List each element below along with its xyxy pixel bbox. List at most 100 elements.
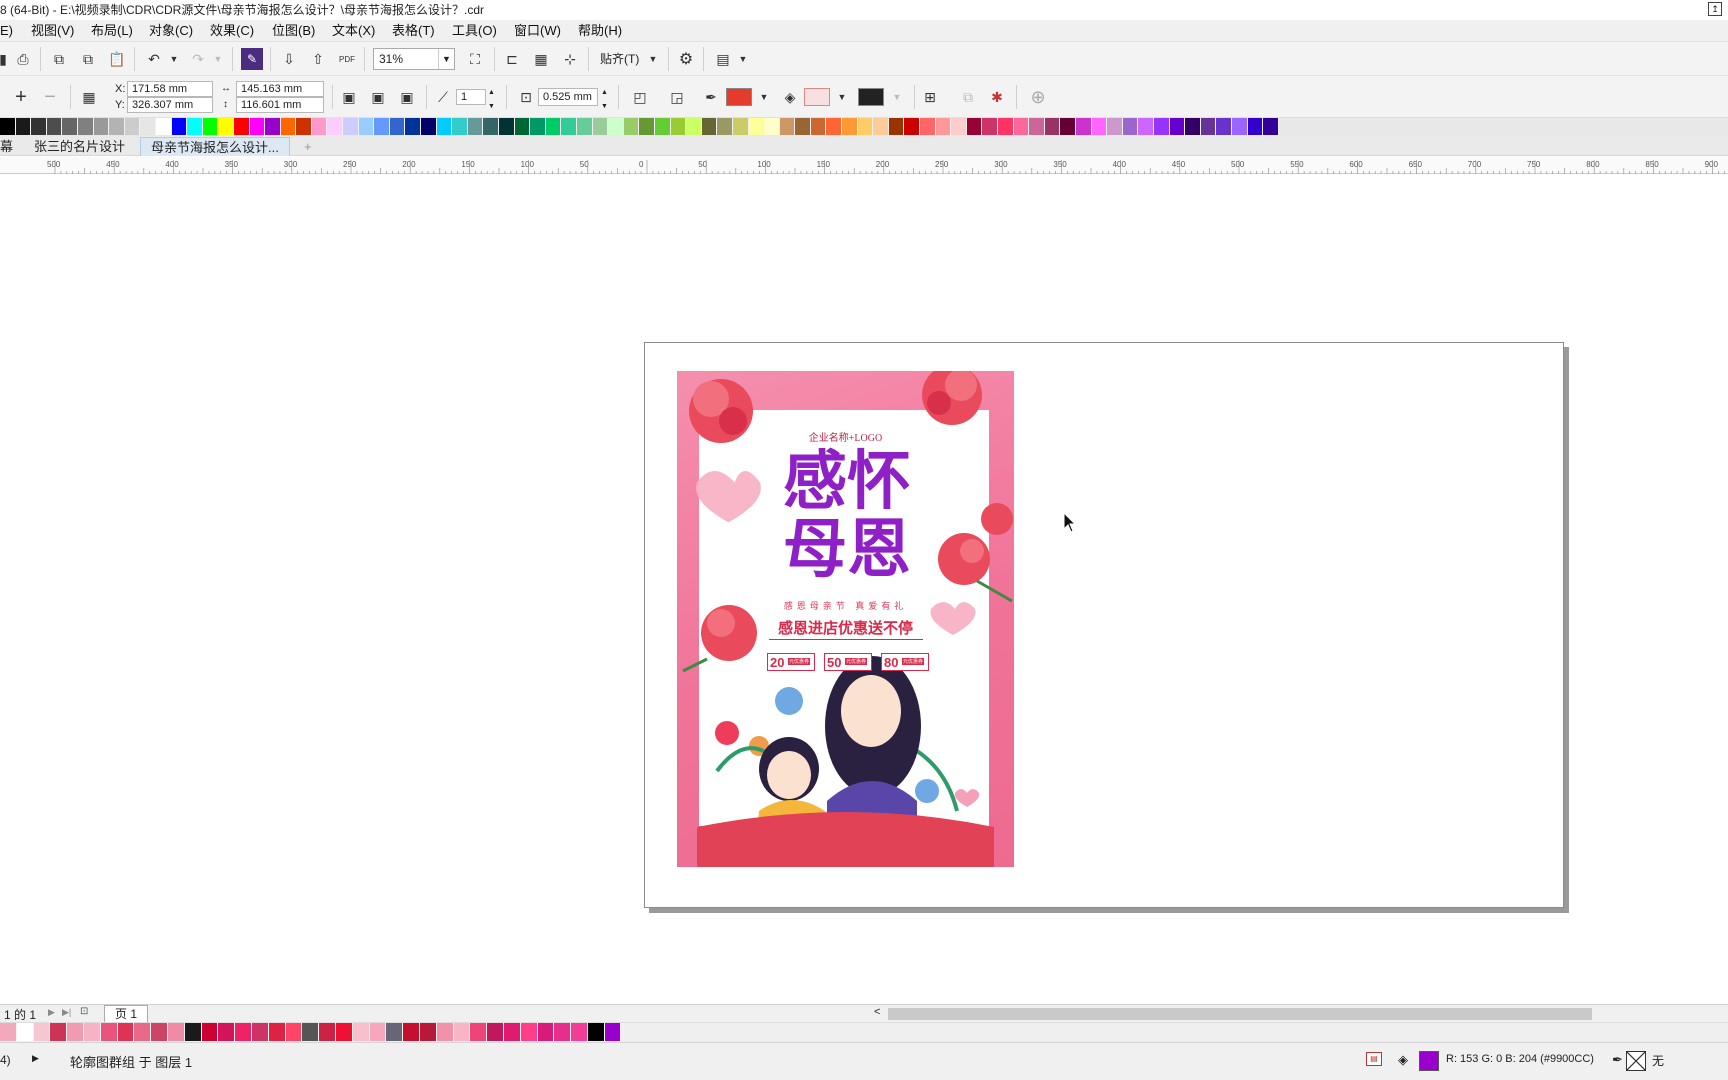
fill-bucket-icon[interactable]: ◈ bbox=[779, 86, 801, 108]
fill-color-swatch[interactable] bbox=[804, 88, 830, 106]
palette-swatch[interactable] bbox=[951, 118, 967, 135]
palette-swatch[interactable] bbox=[701, 118, 718, 135]
palette-swatch[interactable] bbox=[436, 1023, 454, 1041]
show-guidelines-icon[interactable]: ⊹ bbox=[559, 48, 581, 70]
palette-swatch[interactable] bbox=[748, 118, 765, 135]
palette-swatch[interactable] bbox=[83, 1023, 101, 1041]
palette-swatch[interactable] bbox=[218, 1023, 236, 1041]
palette-swatch[interactable] bbox=[421, 118, 437, 135]
full-screen-icon[interactable]: ⛶ bbox=[464, 48, 486, 70]
contour-to-center-icon[interactable]: ▣ bbox=[338, 86, 360, 108]
redo-icon[interactable]: ↷ bbox=[187, 48, 209, 70]
palette-swatch[interactable] bbox=[302, 1023, 320, 1041]
palette-swatch[interactable] bbox=[514, 118, 531, 135]
contour-color-direction-icon[interactable]: ◲ bbox=[666, 86, 688, 108]
horizontal-ruler[interactable]: 500 450 400 350 300 250 200 150 100 50 0 50 100 150 20… bbox=[0, 157, 1728, 174]
palette-swatch[interactable] bbox=[268, 1023, 286, 1041]
scroll-left-icon[interactable]: < bbox=[874, 1006, 880, 1018]
palette-swatch[interactable] bbox=[109, 118, 125, 135]
outline-color-swatch[interactable] bbox=[726, 88, 752, 106]
palette-swatch[interactable] bbox=[1060, 118, 1076, 135]
palette-swatch[interactable] bbox=[1185, 118, 1201, 135]
palette-swatch[interactable] bbox=[249, 118, 266, 135]
scrollbar-thumb[interactable] bbox=[888, 1008, 1592, 1020]
palette-swatch[interactable] bbox=[15, 118, 32, 135]
palette-swatch[interactable] bbox=[503, 1023, 521, 1041]
palette-swatch[interactable] bbox=[842, 118, 858, 135]
add-icon[interactable]: + bbox=[10, 86, 32, 108]
palette-swatch[interactable] bbox=[623, 118, 640, 135]
palette-swatch[interactable] bbox=[374, 118, 390, 135]
object-origin-icon[interactable]: ▦ bbox=[78, 86, 100, 108]
redo-dropdown-icon[interactable]: ▼ bbox=[207, 48, 229, 70]
palette-swatch[interactable] bbox=[1138, 118, 1154, 135]
tab-welcome[interactable]: 幕 bbox=[0, 137, 23, 156]
palette-swatch[interactable] bbox=[201, 1023, 219, 1041]
last-page-icon[interactable]: ▶| bbox=[62, 1007, 71, 1018]
palette-swatch[interactable] bbox=[982, 118, 998, 135]
page-tab-1[interactable]: 页 1 bbox=[104, 1005, 149, 1022]
menu-layout[interactable]: 布局(L) bbox=[91, 23, 133, 39]
palette-swatch[interactable] bbox=[810, 118, 827, 135]
palette-swatch[interactable] bbox=[483, 118, 499, 135]
palette-swatch[interactable] bbox=[873, 118, 889, 135]
palette-swatch[interactable] bbox=[779, 118, 796, 135]
palette-swatch[interactable] bbox=[50, 1023, 68, 1041]
contour-offset-field[interactable]: 0.525 mm bbox=[538, 88, 598, 106]
document-palette[interactable] bbox=[0, 1022, 1728, 1042]
menu-edit[interactable]: E) bbox=[0, 23, 13, 39]
palette-swatch[interactable] bbox=[33, 1023, 51, 1041]
palette-swatch[interactable] bbox=[311, 118, 328, 135]
palette-swatch[interactable] bbox=[826, 118, 843, 135]
snap-to-label[interactable]: 贴齐(T) bbox=[600, 52, 639, 66]
palette-swatch[interactable] bbox=[520, 1023, 538, 1041]
palette-swatch[interactable] bbox=[419, 1023, 437, 1041]
y-position-field[interactable]: 326.307 mm bbox=[127, 97, 213, 113]
restore-icon[interactable]: ↥ bbox=[1708, 2, 1722, 16]
color-proofing-icon[interactable]: ▤ bbox=[1366, 1052, 1382, 1066]
palette-swatch[interactable] bbox=[285, 1023, 303, 1041]
palette-swatch[interactable] bbox=[1263, 118, 1279, 135]
palette-swatch[interactable] bbox=[1200, 118, 1217, 135]
palette-swatch[interactable] bbox=[686, 118, 702, 135]
palette-swatch[interactable] bbox=[1029, 118, 1045, 135]
next-page-icon[interactable]: ▶ bbox=[48, 1007, 55, 1018]
palette-swatch[interactable] bbox=[587, 1023, 605, 1041]
inside-contour-icon[interactable]: ▣ bbox=[367, 86, 389, 108]
palette-swatch[interactable] bbox=[327, 118, 344, 135]
menu-table[interactable]: 表格(T) bbox=[392, 23, 435, 39]
palette-swatch[interactable] bbox=[1169, 118, 1186, 135]
palette-swatch[interactable] bbox=[296, 118, 312, 135]
add-toolbar-item-icon[interactable]: ⊕ bbox=[1027, 86, 1049, 108]
palette-swatch[interactable] bbox=[403, 1023, 420, 1041]
palette-swatch[interactable] bbox=[670, 118, 687, 135]
menu-tools[interactable]: 工具(O) bbox=[452, 23, 497, 39]
undo-dropdown-icon[interactable]: ▼ bbox=[163, 48, 185, 70]
palette-swatch[interactable] bbox=[151, 1023, 168, 1041]
palette-swatch[interactable] bbox=[265, 118, 281, 135]
contour-steps-field[interactable]: 1 bbox=[456, 89, 486, 105]
steps-spinner-icon[interactable]: ▲ ▼ bbox=[488, 86, 495, 114]
palette-swatch[interactable] bbox=[537, 1023, 555, 1041]
height-field[interactable]: 116.601 mm bbox=[236, 97, 324, 113]
menu-view[interactable]: 视图(V) bbox=[31, 23, 74, 39]
palette-swatch[interactable] bbox=[467, 118, 484, 135]
show-grid-icon[interactable]: ▦ bbox=[530, 48, 552, 70]
palette-swatch[interactable] bbox=[966, 118, 983, 135]
palette-swatch[interactable] bbox=[639, 118, 655, 135]
palette-swatch[interactable] bbox=[218, 118, 234, 135]
palette-swatch[interactable] bbox=[764, 118, 780, 135]
palette-swatch[interactable] bbox=[235, 1023, 252, 1041]
palette-swatch[interactable] bbox=[904, 118, 921, 135]
tab-business-card[interactable]: 张三的名片设计 bbox=[24, 137, 135, 156]
palette-swatch[interactable] bbox=[389, 118, 406, 135]
palette-swatch[interactable] bbox=[0, 1023, 17, 1041]
palette-swatch[interactable] bbox=[592, 118, 609, 135]
palette-swatch[interactable] bbox=[717, 118, 733, 135]
mothers-day-poster[interactable]: 企业名称+LOGO 感怀 母恩 感恩母亲节 真爱有礼 感恩进店优惠送不停 20 … bbox=[677, 371, 1014, 867]
palette-swatch[interactable] bbox=[795, 118, 811, 135]
zoom-dropdown-icon[interactable]: ▼ bbox=[438, 49, 454, 69]
remove-icon[interactable]: − bbox=[39, 86, 61, 108]
import-icon[interactable]: ⇩ bbox=[278, 48, 300, 70]
export-icon[interactable]: ⇧ bbox=[307, 48, 329, 70]
